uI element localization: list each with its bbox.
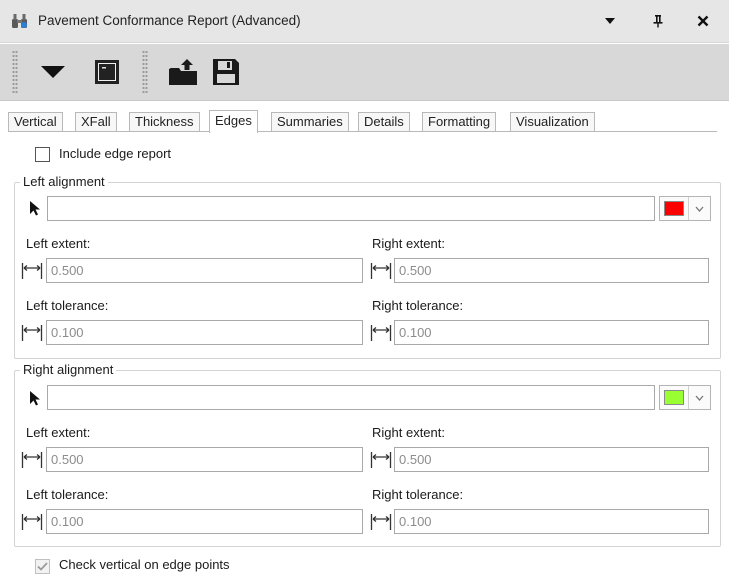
toolbar <box>0 44 729 101</box>
tab-xfall[interactable]: XFall <box>75 112 117 132</box>
left-extent-label: Left extent: <box>26 425 91 440</box>
distance-icon <box>370 324 392 342</box>
left-tolerance-input[interactable] <box>46 320 363 345</box>
tab-summaries[interactable]: Summaries <box>271 112 349 132</box>
right-extent-input[interactable] <box>394 447 709 472</box>
left-extent-input[interactable] <box>46 447 363 472</box>
left-tolerance-label: Left tolerance: <box>26 487 109 502</box>
right-tolerance-label: Right tolerance: <box>372 298 464 313</box>
left-color-swatch <box>664 201 684 216</box>
right-color-swatch <box>664 390 684 405</box>
window-title: Pavement Conformance Report (Advanced) <box>38 13 301 28</box>
pointer-pick-icon[interactable] <box>28 200 42 216</box>
distance-icon <box>370 262 392 280</box>
left-alignment-select[interactable] <box>47 196 655 221</box>
pin-icon[interactable] <box>648 11 668 31</box>
distance-icon <box>21 262 43 280</box>
include-edge-report-checkbox[interactable] <box>35 147 50 162</box>
right-extent-input[interactable] <box>394 258 709 283</box>
tab-edges[interactable]: Edges <box>209 110 258 133</box>
left-tolerance-label: Left tolerance: <box>26 298 109 313</box>
toolbar-grip-2[interactable] <box>142 50 148 94</box>
include-edge-report-label: Include edge report <box>59 146 172 161</box>
left-extent-input[interactable] <box>46 258 363 283</box>
distance-icon <box>370 513 392 531</box>
save-icon[interactable] <box>208 54 244 90</box>
chevron-down-icon[interactable] <box>600 11 620 31</box>
distance-icon <box>370 451 392 469</box>
binoculars-icon <box>11 12 29 30</box>
chevron-down-icon <box>688 197 710 220</box>
pointer-pick-icon[interactable] <box>28 390 42 406</box>
check-vertical-checkbox[interactable] <box>35 559 50 574</box>
left-extent-label: Left extent: <box>26 236 91 251</box>
distance-icon <box>21 451 43 469</box>
right-alignment-select[interactable] <box>47 385 655 410</box>
tab-formatting[interactable]: Formatting <box>422 112 497 132</box>
distance-icon <box>21 324 43 342</box>
right-tolerance-input[interactable] <box>394 509 709 534</box>
left-tolerance-input[interactable] <box>46 509 363 534</box>
right-tolerance-input[interactable] <box>394 320 709 345</box>
tab-thickness[interactable]: Thickness <box>129 112 200 132</box>
tab-separator <box>8 131 717 132</box>
checkmark-icon <box>37 562 48 571</box>
left-alignment-color-button[interactable] <box>659 196 711 221</box>
check-vertical-label: Check vertical on edge points <box>59 557 230 572</box>
tab-visualization[interactable]: Visualization <box>510 112 595 132</box>
dropdown-arrow-icon[interactable] <box>38 54 68 90</box>
right-extent-label: Right extent: <box>372 236 445 251</box>
terminal-icon[interactable] <box>92 54 122 90</box>
tab-details[interactable]: Details <box>358 112 410 132</box>
toolbar-grip[interactable] <box>12 50 18 94</box>
distance-icon <box>21 513 43 531</box>
tab-vertical[interactable]: Vertical <box>8 112 63 132</box>
open-folder-icon[interactable] <box>166 54 202 90</box>
close-icon[interactable] <box>693 11 713 31</box>
left-alignment-title: Left alignment <box>20 174 108 189</box>
right-tolerance-label: Right tolerance: <box>372 487 464 502</box>
chevron-down-icon <box>688 386 710 409</box>
right-extent-label: Right extent: <box>372 425 445 440</box>
right-alignment-color-button[interactable] <box>659 385 711 410</box>
title-bar: Pavement Conformance Report (Advanced) <box>0 0 729 43</box>
right-alignment-title: Right alignment <box>20 362 117 377</box>
